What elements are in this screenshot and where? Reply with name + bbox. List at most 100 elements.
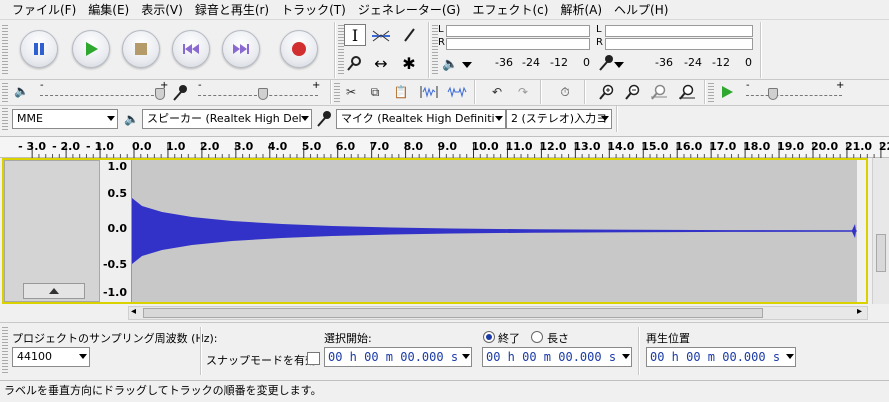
- sync-lock-button[interactable]: ⏱: [554, 81, 576, 103]
- vertical-ruler[interactable]: 1.0 0.5 0.0 -0.5 -1.0: [100, 160, 132, 302]
- selection-end-time[interactable]: 00 h 00 m 00.000 s: [482, 347, 632, 367]
- silence-button[interactable]: [446, 81, 468, 103]
- paste-button[interactable]: 📋: [390, 81, 412, 103]
- track-control-panel[interactable]: [4, 160, 100, 302]
- menu-analyze[interactable]: 解析(A): [554, 1, 608, 19]
- selection-start-time[interactable]: 00 h 00 m 00.000 s: [324, 347, 472, 367]
- menu-file[interactable]: ファイル(F): [6, 1, 82, 19]
- silence-audio-icon: [447, 86, 467, 98]
- record-icon: [292, 42, 306, 56]
- vertical-scrollbar[interactable]: [872, 158, 889, 304]
- input-device-select[interactable]: マイク (Realtek High Definiti: [336, 109, 506, 129]
- record-volume-slider[interactable]: [258, 88, 268, 100]
- toolbar-grip[interactable]: [2, 327, 8, 373]
- toolbar-grip[interactable]: [708, 82, 714, 102]
- ruler-label: - 1.0: [86, 140, 114, 153]
- skip-to-end-button[interactable]: [222, 30, 260, 68]
- stop-icon: [135, 43, 147, 55]
- ruler-label: 22.0: [878, 140, 889, 153]
- ruler-label: 14.0: [607, 140, 635, 153]
- multi-tool[interactable]: ✱: [398, 52, 420, 74]
- project-rate-select[interactable]: 44100: [12, 347, 90, 367]
- waveform-area[interactable]: [132, 160, 857, 302]
- zoom-tool[interactable]: [344, 52, 366, 74]
- menu-help[interactable]: ヘルプ(H): [608, 1, 674, 19]
- playback-meter-left[interactable]: [446, 25, 590, 37]
- audio-position-value: 00 h 00 m 00.000 s: [650, 350, 781, 364]
- skip-to-end-icon: [233, 44, 249, 54]
- meter-scale-label: -36: [655, 56, 673, 69]
- zoom-out-button[interactable]: [622, 81, 644, 103]
- redo-button[interactable]: ↷: [512, 81, 534, 103]
- ruler-label: - 3.0: [18, 140, 47, 153]
- play-icon: [722, 86, 733, 98]
- fit-selection-button[interactable]: [648, 81, 670, 103]
- copy-button[interactable]: ⧉: [364, 81, 386, 103]
- chevron-down-icon[interactable]: [614, 62, 624, 68]
- play-speed-track[interactable]: [746, 95, 842, 96]
- playback-volume-track[interactable]: [40, 95, 164, 96]
- microphone-icon[interactable]: [598, 54, 614, 72]
- cut-button[interactable]: ✂: [340, 81, 362, 103]
- pause-button[interactable]: [20, 30, 58, 68]
- selection-toolbar: プロジェクトのサンプリング周波数 (Hz): 44100 スナップモードを有効 …: [0, 322, 889, 378]
- menu-transport[interactable]: 録音と再生(r): [189, 1, 275, 19]
- time-shift-tool[interactable]: ↔: [370, 52, 392, 74]
- input-channels-select[interactable]: 2 (ステレオ)入力ヨ: [506, 109, 612, 129]
- menu-generate[interactable]: ジェネレーター(G): [352, 1, 467, 19]
- output-device-select[interactable]: スピーカー (Realtek High Del: [142, 109, 312, 129]
- pause-icon: [34, 43, 44, 55]
- record-meter-right[interactable]: [605, 38, 753, 50]
- input-device-value: マイク (Realtek High Definiti: [341, 112, 495, 125]
- toolbar-grip[interactable]: [2, 108, 8, 130]
- menu-view[interactable]: 表示(V): [135, 1, 189, 19]
- meter-scale-label: -24: [684, 56, 702, 69]
- trim-button[interactable]: [418, 81, 440, 103]
- play-speed-slider[interactable]: [768, 88, 778, 100]
- ruler-label: 12.0: [539, 140, 567, 153]
- speaker-icon[interactable]: 🔈: [442, 57, 458, 72]
- timeline-ruler[interactable]: - 3.0 - 2.0 - 1.0 0.0 1.0 2.0 3.0 4.0 5.0 6.0 7.0 8…: [0, 136, 889, 159]
- chevron-down-icon[interactable]: [462, 62, 472, 68]
- record-button[interactable]: [280, 30, 318, 68]
- end-radio[interactable]: [483, 331, 495, 343]
- toolbar-separator: [474, 80, 476, 104]
- audio-position-time[interactable]: 00 h 00 m 00.000 s: [646, 347, 796, 367]
- horizontal-scrollbar[interactable]: ◂ ▸: [128, 306, 868, 320]
- play-at-speed-button[interactable]: [716, 81, 738, 103]
- length-radio[interactable]: [531, 331, 543, 343]
- toolbar-separator: [200, 327, 202, 375]
- menu-tracks[interactable]: トラック(T): [275, 1, 352, 19]
- menu-edit[interactable]: 編集(E): [82, 1, 135, 19]
- collapse-track-button[interactable]: [23, 283, 85, 299]
- undo-button[interactable]: ↶: [486, 81, 508, 103]
- draw-tool[interactable]: [398, 24, 420, 46]
- toolbar-grip[interactable]: [2, 24, 8, 74]
- meter-right-label: R: [438, 37, 445, 48]
- vruler-label: -1.0: [102, 286, 127, 299]
- horizontal-scroll-thumb[interactable]: [143, 308, 763, 318]
- audio-host-select[interactable]: MME: [12, 109, 118, 129]
- scroll-right-icon[interactable]: ▸: [857, 306, 862, 317]
- scroll-left-icon[interactable]: ◂: [131, 306, 136, 317]
- meter-scale-label: 0: [745, 56, 752, 69]
- play-button[interactable]: [72, 30, 110, 68]
- playback-meter-right[interactable]: [446, 38, 590, 50]
- pencil-icon: [404, 28, 415, 42]
- chevron-down-icon: [301, 116, 309, 121]
- zoom-in-button[interactable]: [596, 81, 618, 103]
- skip-to-start-button[interactable]: [172, 30, 210, 68]
- toolbar-grip[interactable]: [2, 82, 8, 102]
- stop-button[interactable]: [122, 30, 160, 68]
- chevron-down-icon: [786, 354, 794, 359]
- snap-to-checkbox[interactable]: [307, 352, 320, 365]
- menu-effect[interactable]: エフェクト(c): [467, 1, 555, 19]
- vertical-scroll-thumb[interactable]: [876, 234, 886, 272]
- slider-max-label: +: [160, 80, 169, 91]
- envelope-tool[interactable]: [370, 24, 392, 46]
- chevron-down-icon: [601, 116, 609, 121]
- fit-project-button[interactable]: [676, 81, 698, 103]
- ruler-label: 20.0: [811, 140, 839, 153]
- selection-tool[interactable]: I: [344, 24, 366, 46]
- record-meter-left[interactable]: [605, 25, 753, 37]
